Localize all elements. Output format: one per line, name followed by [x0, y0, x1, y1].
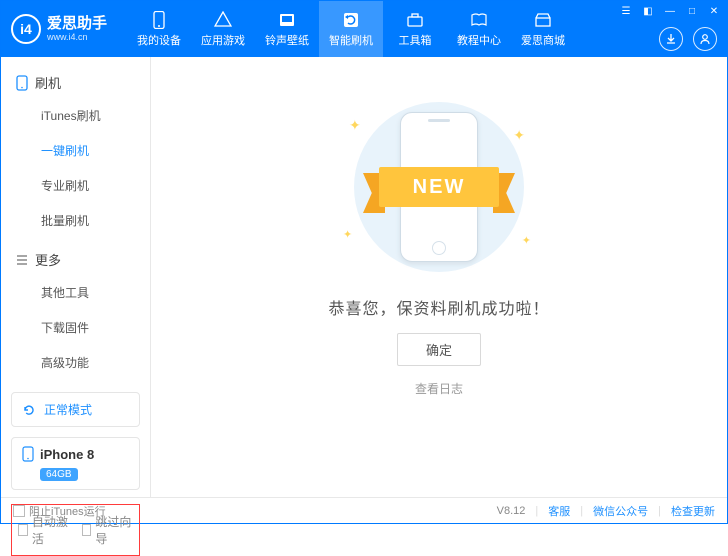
brand-logo-icon: i4: [11, 14, 41, 44]
success-illustration: ✦ ✦ ✦ ✦ NEW: [339, 97, 539, 277]
nav-label: 智能刷机: [329, 32, 373, 48]
success-message: 恭喜您，保资料刷机成功啦！: [328, 295, 549, 319]
device-card[interactable]: iPhone 8 64GB: [11, 437, 140, 490]
new-ribbon: NEW: [359, 163, 519, 211]
sparkle-icon: ✦: [349, 117, 361, 134]
window-controls: ☰ ◧ — □ ✕: [619, 4, 721, 18]
flash-icon: [341, 11, 361, 29]
maximize-button[interactable]: □: [685, 4, 699, 18]
nav-apps[interactable]: 应用游戏: [191, 1, 255, 57]
store-icon: [533, 11, 553, 29]
sparkle-icon: ✦: [343, 228, 352, 241]
brand-url: www.i4.cn: [47, 32, 107, 42]
nav-store[interactable]: 爱思商城: [511, 1, 575, 57]
block-itunes-checkbox[interactable]: 阻止iTunes运行: [13, 503, 106, 519]
sidebar-item-onekey-flash[interactable]: 一键刷机: [1, 133, 150, 168]
nav-label: 我的设备: [137, 32, 181, 48]
nav-tutorials[interactable]: 教程中心: [447, 1, 511, 57]
nav-toolbox[interactable]: 工具箱: [383, 1, 447, 57]
version-label: V8.12: [497, 505, 526, 517]
support-link[interactable]: 客服: [548, 503, 570, 519]
main-panel: ✦ ✦ ✦ ✦ NEW 恭喜您，保资料刷机成功啦！ 确定 查看日志: [151, 57, 727, 497]
phone-icon: [22, 446, 34, 462]
device-capacity-badge: 64GB: [40, 468, 78, 481]
device-mode[interactable]: 正常模式: [11, 392, 140, 427]
user-button[interactable]: [693, 27, 717, 51]
device-name: iPhone 8: [40, 447, 94, 462]
minimize-button[interactable]: —: [663, 4, 677, 18]
sidebar-item-other-tools[interactable]: 其他工具: [1, 275, 150, 310]
sidebar-item-batch-flash[interactable]: 批量刷机: [1, 203, 150, 238]
nav-my-device[interactable]: 我的设备: [127, 1, 191, 57]
apps-icon: [213, 11, 233, 29]
sparkle-icon: ✦: [513, 127, 525, 144]
nav-label: 教程中心: [457, 32, 501, 48]
download-button[interactable]: [659, 27, 683, 51]
sidebar-group-label: 更多: [35, 250, 61, 269]
sidebar-item-pro-flash[interactable]: 专业刷机: [1, 168, 150, 203]
device-mode-label: 正常模式: [44, 401, 92, 418]
ok-button[interactable]: 确定: [397, 333, 481, 366]
sparkle-icon: ✦: [522, 234, 531, 247]
top-nav: 我的设备 应用游戏 铃声壁纸 智能刷机 工具箱 教程中心: [127, 1, 575, 57]
check-update-link[interactable]: 检查更新: [671, 503, 715, 519]
nav-ringtones[interactable]: 铃声壁纸: [255, 1, 319, 57]
sidebar-item-download-firmware[interactable]: 下载固件: [1, 310, 150, 345]
checkbox-label: 阻止iTunes运行: [29, 503, 106, 519]
wechat-link[interactable]: 微信公众号: [593, 503, 648, 519]
sidebar-group-flash[interactable]: 刷机: [1, 67, 150, 98]
view-log-link[interactable]: 查看日志: [415, 380, 463, 397]
statusbar: 阻止iTunes运行 V8.12 | 客服 | 微信公众号 | 检查更新: [1, 497, 727, 523]
skin-icon[interactable]: ◧: [641, 4, 655, 18]
music-icon: [277, 11, 297, 29]
brand-name: 爱思助手: [47, 15, 107, 32]
nav-label: 铃声壁纸: [265, 32, 309, 48]
nav-label: 爱思商城: [521, 32, 565, 48]
nav-label: 应用游戏: [201, 32, 245, 48]
sidebar-item-advanced[interactable]: 高级功能: [1, 345, 150, 380]
refresh-icon: [22, 403, 36, 417]
toolbox-icon: [405, 11, 425, 29]
titlebar: i4 爱思助手 www.i4.cn 我的设备 应用游戏 铃声壁纸 智能刷机: [1, 1, 727, 57]
brand: i4 爱思助手 www.i4.cn: [11, 14, 107, 44]
book-icon: [469, 11, 489, 29]
sidebar-group-label: 刷机: [35, 73, 61, 92]
sidebar-item-itunes-flash[interactable]: iTunes刷机: [1, 98, 150, 133]
nav-flash[interactable]: 智能刷机: [319, 1, 383, 57]
sidebar-group-more[interactable]: 更多: [1, 244, 150, 275]
phone-icon: [15, 75, 29, 91]
device-icon: [149, 11, 169, 29]
settings-icon[interactable]: ☰: [619, 4, 633, 18]
close-button[interactable]: ✕: [707, 4, 721, 18]
nav-label: 工具箱: [399, 32, 432, 48]
list-icon: [15, 253, 29, 267]
sidebar: 刷机 iTunes刷机 一键刷机 专业刷机 批量刷机 更多 其他工具 下载固件 …: [1, 57, 151, 497]
